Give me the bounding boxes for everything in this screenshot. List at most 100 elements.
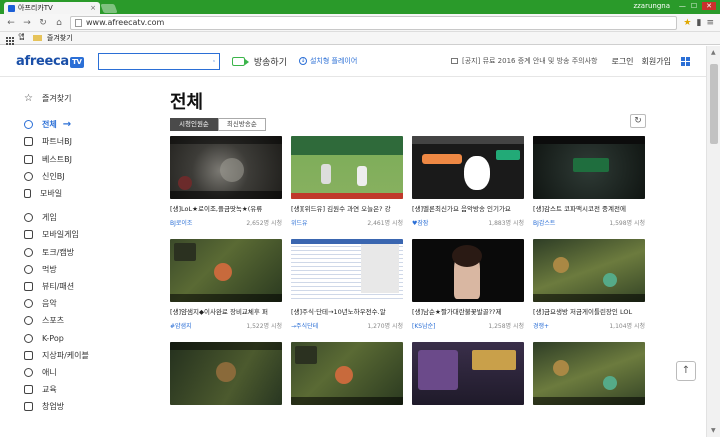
- toolbar-icons: ★ ▮ ≡: [683, 18, 714, 28]
- broadcast-thumbnail[interactable]: [291, 239, 403, 302]
- sidebar-item-best-bj[interactable]: 베스트BJ: [24, 151, 140, 168]
- bj-name-link[interactable]: [KS남순]: [412, 321, 435, 330]
- broadcast-title[interactable]: [생]감스트 코파맥시코전 중계전에: [533, 203, 645, 213]
- close-tab-icon[interactable]: ×: [90, 4, 96, 12]
- refresh-button[interactable]: ↻: [630, 114, 646, 128]
- broadcast-thumbnail[interactable]: [291, 342, 403, 405]
- sidebar-item-startup[interactable]: 창업방: [24, 398, 140, 415]
- broadcast-card[interactable]: [생][위드유] 김원수 과연 오늘은? 강 위드유 2,461명 시청: [291, 136, 403, 227]
- broadcast-card[interactable]: [생]LoL★로이조,플금땃녹★(유류 BJ로이조 2,652명 시청: [170, 136, 282, 227]
- sidebar-item-new-bj[interactable]: 신인BJ: [24, 168, 140, 185]
- sidebar-item-favorites[interactable]: ☆ 즐겨찾기: [24, 90, 140, 107]
- bj-name-link[interactable]: ♥잠잠: [412, 218, 428, 227]
- broadcast-thumbnail[interactable]: [412, 342, 524, 405]
- login-link[interactable]: 로그인: [611, 56, 633, 67]
- close-window-icon[interactable]: ✕: [702, 2, 716, 10]
- broadcast-title[interactable]: [생]주식·단테→10년노하우전수.알: [291, 306, 403, 316]
- broadcast-thumbnail[interactable]: [533, 239, 645, 302]
- sidebar-item-music[interactable]: 음악: [24, 295, 140, 312]
- bj-name-link[interactable]: #얌샘지: [170, 321, 192, 330]
- broadcast-title[interactable]: [생]얌샘지◆이사완료 장비교체후 퍼: [170, 306, 282, 316]
- sidebar-item-mobile-game[interactable]: 모바일게임: [24, 226, 140, 243]
- broadcast-card[interactable]: [생]감스트 코파맥시코전 중계전에 BJ감스트 1,598명 시청: [533, 136, 645, 227]
- broadcast-thumbnail[interactable]: [170, 342, 282, 405]
- scrollbar-thumb[interactable]: [710, 64, 718, 144]
- sidebar-item-sports[interactable]: 스포츠: [24, 312, 140, 329]
- sidebar-item-kpop[interactable]: K-Pop: [24, 329, 140, 346]
- broadcast-thumbnail[interactable]: [412, 239, 524, 302]
- broadcast-button[interactable]: 방송하기: [231, 55, 287, 68]
- menu-icon[interactable]: ≡: [706, 18, 714, 28]
- afreeca-logo[interactable]: afreeca TV: [16, 54, 84, 69]
- bookmark-star-icon[interactable]: ★: [683, 18, 691, 28]
- tab-sort-viewers[interactable]: 시청인원순: [170, 118, 218, 131]
- bj-name-link[interactable]: BJ로이조: [170, 218, 192, 227]
- signup-link[interactable]: 회원가입: [642, 56, 671, 67]
- browser-profile[interactable]: zzarungna: [633, 2, 670, 10]
- broadcast-card[interactable]: [생]얌샘지◆이사완료 장비교체후 퍼 #얌샘지 1,522명 시청: [170, 239, 282, 330]
- broadcast-title[interactable]: [생]금요생방 저금게이틀린장인 LOL: [533, 306, 645, 316]
- broadcast-card[interactable]: [생]금요생방 저금게이틀린장인 LOL 경쟁+ 1,104명 시청: [533, 239, 645, 330]
- broadcast-card[interactable]: [생]멜론최신가요 음악방송 인기가요 ♥잠잠 1,883명 시청: [412, 136, 524, 227]
- broadcast-title[interactable]: [생]멜론최신가요 음악방송 인기가요: [412, 203, 524, 213]
- bj-name-link[interactable]: →주식단테: [291, 321, 318, 330]
- broadcast-card[interactable]: [생]남순★짤가대란불꽃발골??제 [KS남순] 1,258명 시청: [412, 239, 524, 330]
- browser-tab[interactable]: 아프리카TV ×: [4, 2, 100, 14]
- scroll-down-icon[interactable]: ▼: [711, 427, 716, 434]
- sidebar-item-tv[interactable]: 지상파/케이블: [24, 347, 140, 364]
- broadcast-thumbnail[interactable]: [291, 136, 403, 199]
- bookmark-favorites[interactable]: 즐겨찾기: [32, 33, 73, 43]
- search-input[interactable]: [102, 53, 213, 69]
- broadcast-card[interactable]: [412, 342, 524, 424]
- tab-sort-latest[interactable]: 최신방송순: [217, 118, 266, 131]
- extension-icon[interactable]: ▮: [697, 18, 702, 28]
- scroll-to-top-button[interactable]: ↑: [676, 361, 696, 381]
- sidebar-item-game[interactable]: 게임: [24, 209, 140, 226]
- scroll-up-icon[interactable]: ▲: [711, 49, 716, 56]
- view-grid-icon[interactable]: [681, 56, 690, 66]
- broadcast-thumbnail[interactable]: [533, 136, 645, 199]
- sidebar-item-all[interactable]: 전체 →: [24, 116, 140, 133]
- page-scrollbar[interactable]: ▲ ▼: [706, 46, 720, 437]
- minimize-icon[interactable]: —: [679, 2, 686, 10]
- reload-icon[interactable]: ↻: [38, 18, 48, 28]
- viewer-count: 1,522명 시청: [246, 323, 282, 330]
- home-icon[interactable]: ⌂: [54, 18, 64, 28]
- sidebar-item-education[interactable]: 교육: [24, 381, 140, 398]
- broadcast-title[interactable]: [170, 409, 282, 419]
- broadcast-title[interactable]: [생]남순★짤가대란불꽃발골??제: [412, 306, 524, 316]
- bookmark-apps[interactable]: 앱: [6, 32, 25, 45]
- broadcast-title[interactable]: [291, 409, 403, 419]
- broadcast-thumbnail[interactable]: [170, 239, 282, 302]
- sidebar-item-beauty[interactable]: 뷰티/패션: [24, 278, 140, 295]
- address-bar[interactable]: www.afreecatv.com: [70, 15, 678, 30]
- sidebar-item-mobile[interactable]: 모바일: [24, 185, 140, 202]
- broadcast-title[interactable]: [생]LoL★로이조,플금땃녹★(유류: [170, 203, 282, 213]
- back-icon[interactable]: ←: [6, 18, 16, 28]
- forward-icon[interactable]: →: [22, 18, 32, 28]
- broadcast-title[interactable]: [533, 409, 645, 419]
- broadcast-title[interactable]: [412, 409, 524, 419]
- search-icon[interactable]: [212, 56, 215, 66]
- bj-name-link[interactable]: 위드유: [291, 218, 308, 227]
- maximize-icon[interactable]: ☐: [691, 2, 697, 10]
- sidebar-item-partner-bj[interactable]: 파트너BJ: [24, 133, 140, 150]
- bookmark-favorites-label: 즐겨찾기: [46, 34, 73, 42]
- logo-text: afreeca: [16, 53, 69, 69]
- broadcast-thumbnail[interactable]: [412, 136, 524, 199]
- sidebar-item-mukbang[interactable]: 먹방: [24, 261, 140, 278]
- broadcast-card[interactable]: [291, 342, 403, 424]
- broadcast-card[interactable]: [533, 342, 645, 424]
- notice-link[interactable]: [공지] 뮤료 2016 증계 안내 및 방송 주의사항: [451, 56, 597, 66]
- bj-name-link[interactable]: BJ감스트: [533, 218, 555, 227]
- broadcast-card[interactable]: [170, 342, 282, 424]
- broadcast-thumbnail[interactable]: [170, 136, 282, 199]
- sidebar-item-anime[interactable]: 애니: [24, 364, 140, 381]
- new-tab-button[interactable]: [100, 4, 118, 13]
- sidebar-item-talk-cam[interactable]: 토크/캠방: [24, 244, 140, 261]
- broadcast-title[interactable]: [생][위드유] 김원수 과연 오늘은? 강: [291, 203, 403, 213]
- broadcast-thumbnail[interactable]: [533, 342, 645, 405]
- bj-name-link[interactable]: 경쟁+: [533, 321, 549, 330]
- install-player-link[interactable]: ↓ 설치형 플레이어: [298, 56, 357, 66]
- broadcast-card[interactable]: [생]주식·단테→10년노하우전수.알 →주식단테 1,270명 시청: [291, 239, 403, 330]
